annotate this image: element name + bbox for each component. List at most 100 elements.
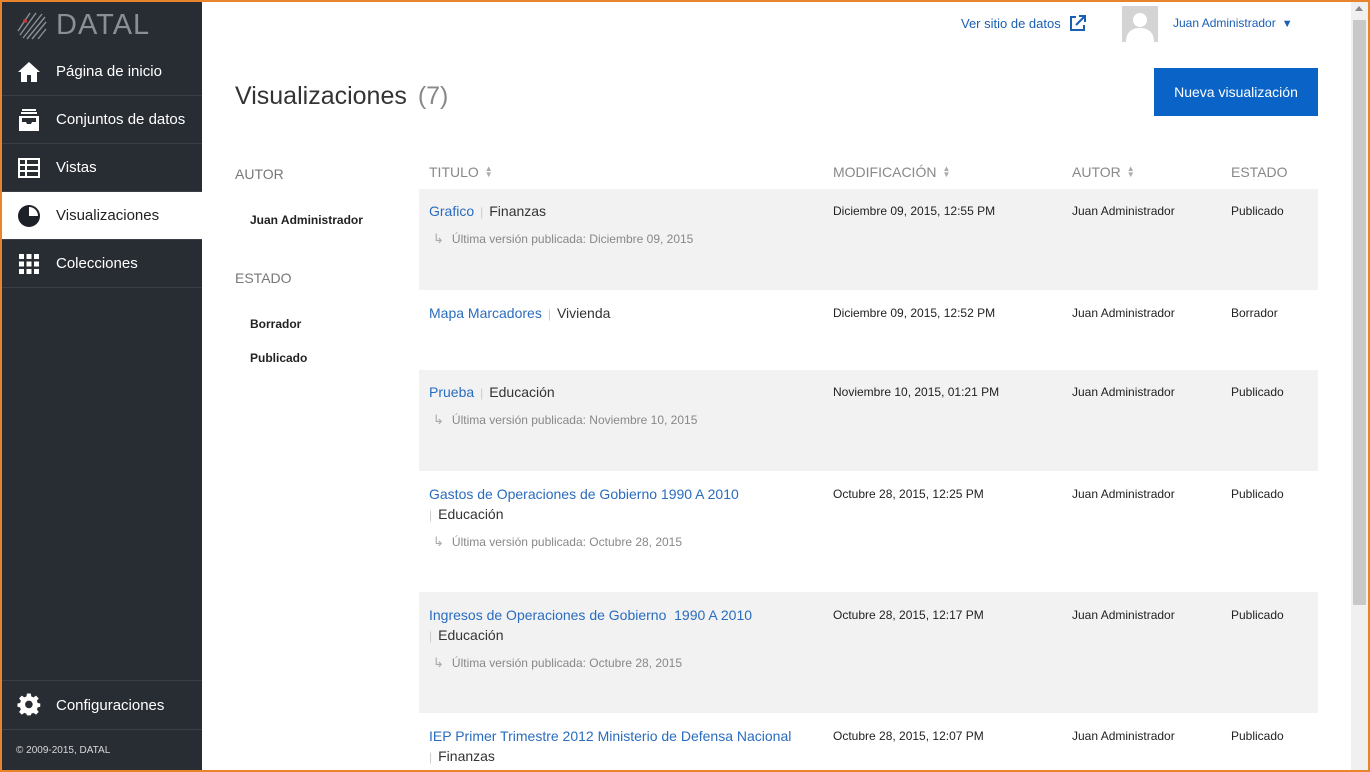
- row-category: Finanzas: [489, 203, 547, 219]
- table-row[interactable]: Prueba | Educación ↳ Última versión publica…: [419, 370, 1318, 471]
- row-modified: Octubre 28, 2015, 12:17 PM: [833, 608, 984, 622]
- filter-author-heading: AUTOR: [235, 166, 284, 182]
- row-title-cell: Mapa Marcadores | Vivienda: [429, 305, 610, 321]
- sidebar-item-visualizations[interactable]: Visualizaciones: [2, 192, 202, 240]
- scroll-up-icon[interactable]: [1355, 6, 1363, 11]
- row-title-link[interactable]: Grafico: [429, 203, 474, 219]
- row-version: ↳ Última versión publicada: Octubre 28, 2…: [433, 655, 682, 671]
- logo-mark-icon: [17, 12, 47, 40]
- separator: |: [429, 508, 433, 522]
- sidebar-item-datasets[interactable]: Conjuntos de datos: [2, 96, 202, 144]
- table-row[interactable]: Ingresos de Operaciones de Gobierno 1990…: [419, 592, 1318, 713]
- row-title-cell: Gastos de Operaciones de Gobierno 1990 A…: [429, 486, 739, 502]
- table-row[interactable]: Gastos de Operaciones de Gobierno 1990 A…: [419, 471, 1318, 592]
- user-silhouette-icon: [1122, 6, 1158, 42]
- row-modified: Diciembre 09, 2015, 12:55 PM: [833, 204, 996, 218]
- home-icon: [16, 59, 42, 85]
- row-modified: Octubre 28, 2015, 12:25 PM: [833, 487, 984, 501]
- filter-state-publicado[interactable]: Publicado: [250, 351, 307, 365]
- row-category: Educación: [438, 506, 504, 522]
- separator: |: [547, 307, 551, 321]
- row-category-cell: | Finanzas: [429, 748, 495, 764]
- row-title-cell: Grafico | Finanzas: [429, 203, 546, 219]
- row-modified: Noviembre 10, 2015, 01:21 PM: [833, 385, 1000, 399]
- row-state: Publicado: [1231, 608, 1284, 622]
- row-title-link[interactable]: Mapa Marcadores: [429, 305, 542, 321]
- sidebar: DATAL Página de inicio Conjuntos de dato…: [2, 2, 202, 770]
- user-menu[interactable]: Juan Administrador ▼: [1173, 16, 1293, 30]
- filter-author-item[interactable]: Juan Administrador: [250, 213, 363, 227]
- table-row[interactable]: IEP Primer Trimestre 2012 Ministerio de …: [419, 713, 1318, 770]
- row-title-cell: IEP Primer Trimestre 2012 Ministerio de …: [429, 728, 791, 744]
- vertical-scrollbar[interactable]: [1351, 2, 1368, 770]
- page-title-text: Visualizaciones: [235, 82, 407, 110]
- copyright: © 2009-2015, DATAL: [16, 744, 111, 756]
- sidebar-item-label: Página de inicio: [56, 63, 162, 80]
- sidebar-item-settings[interactable]: Configuraciones: [2, 680, 202, 730]
- separator: |: [429, 750, 433, 764]
- inbox-icon: [16, 107, 42, 133]
- row-state: Borrador: [1231, 306, 1278, 320]
- page-title: Visualizaciones (7): [235, 82, 448, 111]
- row-author: Juan Administrador: [1072, 306, 1175, 320]
- sort-icon: ▲ ▼: [1126, 164, 1135, 179]
- page-title-count: (7): [417, 82, 449, 110]
- row-version-text: Última versión publicada: Octubre 28, 20…: [451, 656, 683, 670]
- column-header-label: AUTOR: [1072, 164, 1121, 180]
- sidebar-item-home[interactable]: Página de inicio: [2, 48, 202, 96]
- sidebar-bottom: Configuraciones © 2009-2015, DATAL: [2, 680, 202, 770]
- column-header-label: ESTADO: [1231, 164, 1288, 180]
- row-author: Juan Administrador: [1072, 385, 1175, 399]
- row-version-text: Última versión publicada: Octubre 28, 20…: [451, 535, 683, 549]
- logo-text: DATAL: [56, 8, 151, 41]
- return-arrow-icon: ↳: [433, 231, 444, 246]
- row-title-link[interactable]: Gastos de Operaciones de Gobierno 1990 A…: [429, 486, 739, 502]
- table-row[interactable]: Grafico | Finanzas ↳ Última versión publica…: [419, 189, 1318, 290]
- row-author: Juan Administrador: [1072, 204, 1175, 218]
- sidebar-item-collections[interactable]: Colecciones: [2, 240, 202, 288]
- filter-state-borrador[interactable]: Borrador: [250, 317, 301, 331]
- row-version: ↳ Última versión publicada: Octubre 28, 2…: [433, 534, 682, 550]
- row-category-cell: | Educación: [429, 627, 504, 643]
- row-title-link[interactable]: Ingresos de Operaciones de Gobierno 1990…: [429, 607, 752, 623]
- sidebar-item-views[interactable]: Vistas: [2, 144, 202, 192]
- row-title-link[interactable]: IEP Primer Trimestre 2012 Ministerio de …: [429, 728, 791, 744]
- row-category: Vivienda: [556, 305, 611, 321]
- row-author: Juan Administrador: [1072, 729, 1175, 743]
- row-state: Publicado: [1231, 729, 1284, 743]
- column-header-state: ESTADO: [1231, 164, 1288, 180]
- row-title-cell: Prueba | Educación: [429, 384, 555, 400]
- row-category: Educación: [438, 627, 504, 643]
- row-modified: Diciembre 09, 2015, 12:52 PM: [833, 306, 996, 320]
- row-version: ↳ Última versión publicada: Noviembre 10,…: [433, 412, 697, 428]
- column-header-modified[interactable]: MODIFICACIÓN ▲ ▼: [833, 164, 950, 180]
- row-author: Juan Administrador: [1072, 608, 1175, 622]
- column-header-title[interactable]: TITULO ▲ ▼: [429, 164, 493, 180]
- return-arrow-icon: ↳: [433, 655, 444, 670]
- return-arrow-icon: ↳: [433, 412, 444, 427]
- chevron-down-icon: ▼: [1281, 18, 1293, 30]
- row-author: Juan Administrador: [1072, 487, 1175, 501]
- grid-icon: [16, 251, 42, 277]
- avatar[interactable]: [1122, 6, 1158, 42]
- row-version-text: Última versión publicada: Diciembre 09, …: [451, 232, 694, 246]
- sidebar-item-label: Visualizaciones: [56, 207, 160, 224]
- gear-icon: [16, 692, 42, 718]
- sidebar-item-label: Vistas: [56, 159, 97, 176]
- column-header-label: MODIFICACIÓN: [833, 164, 937, 180]
- row-title-link[interactable]: Prueba: [429, 384, 474, 400]
- column-header-author[interactable]: AUTOR ▲ ▼: [1072, 164, 1135, 180]
- external-link-icon: [1069, 15, 1086, 31]
- new-visualization-button[interactable]: Nueva visualización: [1154, 68, 1318, 116]
- row-state: Publicado: [1231, 204, 1284, 218]
- view-data-site-label: Ver sitio de datos: [961, 16, 1061, 31]
- view-data-site-link[interactable]: Ver sitio de datos: [961, 15, 1086, 32]
- scroll-thumb[interactable]: [1353, 20, 1366, 605]
- column-header-label: TITULO: [429, 164, 479, 180]
- row-state: Publicado: [1231, 487, 1284, 501]
- row-version: ↳ Última versión publicada: Diciembre 09,…: [433, 231, 693, 247]
- sidebar-item-label: Conjuntos de datos: [56, 111, 186, 128]
- logo[interactable]: DATAL: [2, 2, 202, 48]
- table-row[interactable]: Mapa Marcadores | Vivienda Diciembre 09, 2…: [419, 290, 1318, 370]
- sort-icon: ▲ ▼: [942, 164, 951, 179]
